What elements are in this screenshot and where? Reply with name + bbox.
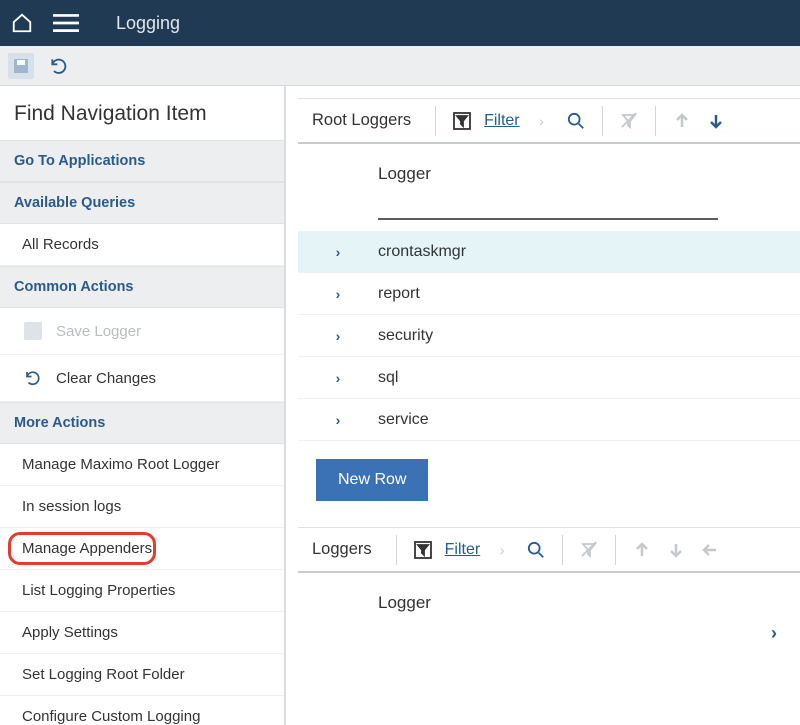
- logger-name: report: [358, 285, 420, 303]
- table-row[interactable]: ›report: [298, 273, 800, 315]
- sidebar-item-label: Save Logger: [56, 323, 141, 340]
- arrow-down-icon[interactable]: [704, 109, 728, 133]
- sidebar-section-more: More Actions: [0, 402, 284, 444]
- sidebar-item-configure-custom-logging[interactable]: Configure Custom Logging: [0, 696, 284, 725]
- filter-link[interactable]: Filter: [445, 541, 481, 559]
- logger-name: security: [358, 327, 433, 345]
- sidebar-item-manage-maximo-root-logger[interactable]: Manage Maximo Root Logger: [0, 444, 284, 486]
- chevron-right-icon[interactable]: ›: [318, 286, 358, 302]
- clear-filter-icon: [577, 538, 601, 562]
- sidebar-section-queries[interactable]: Available Queries: [0, 182, 284, 224]
- sidebar-item-in-session-logs[interactable]: In session logs: [0, 486, 284, 528]
- filter-icon[interactable]: [450, 109, 474, 133]
- root-loggers-header: Root Loggers Filter ›: [298, 98, 800, 144]
- table-row[interactable]: ›service: [298, 399, 800, 441]
- table-row[interactable]: ›security: [298, 315, 800, 357]
- sidebar-item-label: Configure Custom Logging: [22, 708, 200, 725]
- top-bar: Logging: [0, 0, 800, 46]
- arrow-down-icon: [664, 538, 688, 562]
- undo-icon: [22, 367, 44, 389]
- loggers-title: Loggers: [302, 540, 382, 559]
- sidebar-item-manage-appenders[interactable]: Manage Appenders: [0, 528, 284, 570]
- toolbar: [0, 46, 800, 86]
- sidebar-query-label: All Records: [22, 236, 99, 253]
- arrow-up-icon: [670, 109, 694, 133]
- chevron-right-icon[interactable]: ›: [318, 412, 358, 428]
- sidebar-section-goto[interactable]: Go To Applications: [0, 140, 284, 182]
- divider: [655, 106, 656, 136]
- sidebar-item-label: Set Logging Root Folder: [22, 666, 185, 683]
- sidebar: Find Navigation Item Go To Applications …: [0, 86, 286, 725]
- divider: [562, 535, 563, 565]
- table-row[interactable]: ›crontaskmgr: [298, 231, 800, 273]
- divider: [615, 535, 616, 565]
- clear-filter-icon: [617, 109, 641, 133]
- page-title: Logging: [116, 13, 180, 34]
- filter-icon[interactable]: [411, 538, 435, 562]
- main: Root Loggers Filter › Logger: [286, 86, 800, 725]
- sidebar-item-label: List Logging Properties: [22, 582, 175, 599]
- chevron-right-icon: ›: [530, 109, 554, 133]
- sidebar-item-apply-settings[interactable]: Apply Settings: [0, 612, 284, 654]
- sidebar-query-item[interactable]: All Records: [0, 224, 284, 266]
- sidebar-item-label: Manage Maximo Root Logger: [22, 456, 220, 473]
- loggers-header: Loggers Filter ›: [298, 527, 800, 573]
- divider: [602, 106, 603, 136]
- column-header-logger: Logger: [298, 573, 800, 621]
- sidebar-item-label: In session logs: [22, 498, 121, 515]
- search-icon[interactable]: [524, 538, 548, 562]
- root-loggers-title: Root Loggers: [302, 111, 421, 130]
- undo-icon[interactable]: [46, 53, 72, 79]
- menu-icon[interactable]: [52, 9, 80, 37]
- divider: [435, 106, 436, 136]
- logger-name: service: [358, 411, 429, 429]
- sidebar-section-common: Common Actions: [0, 266, 284, 308]
- sidebar-item-label: Apply Settings: [22, 624, 118, 641]
- sidebar-item-label: Clear Changes: [56, 370, 156, 387]
- logger-name: sql: [358, 369, 398, 387]
- column-header-logger: Logger: [298, 144, 800, 192]
- arrow-left-icon: [698, 538, 722, 562]
- chevron-right-icon: ›: [490, 538, 514, 562]
- save-icon[interactable]: [8, 53, 34, 79]
- sidebar-heading: Find Navigation Item: [0, 86, 284, 140]
- chevron-right-icon[interactable]: ›: [318, 328, 358, 344]
- arrow-up-icon: [630, 538, 654, 562]
- save-icon: [22, 320, 44, 342]
- filter-link[interactable]: Filter: [484, 112, 520, 130]
- logger-name: crontaskmgr: [358, 243, 466, 261]
- chevron-right-icon[interactable]: ›: [318, 244, 358, 260]
- table-row[interactable]: ›sql: [298, 357, 800, 399]
- sidebar-item-save-logger: Save Logger: [0, 308, 284, 355]
- sidebar-item-label: Manage Appenders: [22, 540, 152, 557]
- chevron-right-icon[interactable]: ›: [762, 621, 786, 645]
- sidebar-item-set-logging-root-folder[interactable]: Set Logging Root Folder: [0, 654, 284, 696]
- sidebar-item-clear-changes[interactable]: Clear Changes: [0, 355, 284, 402]
- chevron-right-icon[interactable]: ›: [318, 370, 358, 386]
- new-row-button[interactable]: New Row: [316, 459, 428, 501]
- logger-search-input[interactable]: [378, 198, 718, 220]
- column-search-row: [298, 192, 800, 231]
- search-icon[interactable]: [564, 109, 588, 133]
- divider: [396, 535, 397, 565]
- sidebar-item-list-logging-properties[interactable]: List Logging Properties: [0, 570, 284, 612]
- home-icon[interactable]: [8, 9, 36, 37]
